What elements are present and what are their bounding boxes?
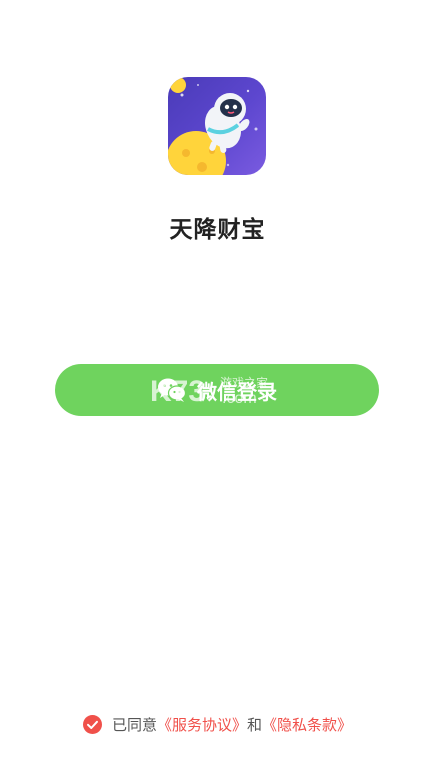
- checked-circle-icon[interactable]: [82, 715, 102, 734]
- login-screen: 天降财宝 微信登录 K73 游戏之家 .com 已同意 《服务协议》 和 《隐私…: [0, 0, 435, 773]
- app-title: 天降财宝: [169, 217, 266, 243]
- agreement-row: 已同意 《服务协议》 和 《隐私条款》: [0, 714, 435, 735]
- login-button-label: 微信登录: [197, 379, 277, 404]
- agreement-conjunction: 和: [247, 716, 263, 734]
- wechat-icon: [157, 377, 187, 403]
- privacy-policy-link[interactable]: 《隐私条款》: [262, 714, 352, 735]
- astronaut-moon-app-icon: [168, 77, 258, 175]
- wechat-login-button[interactable]: 微信登录: [55, 364, 379, 416]
- terms-of-service-link[interactable]: 《服务协议》: [157, 714, 247, 735]
- app-icon: [168, 77, 266, 175]
- agreement-prefix: 已同意: [111, 716, 157, 734]
